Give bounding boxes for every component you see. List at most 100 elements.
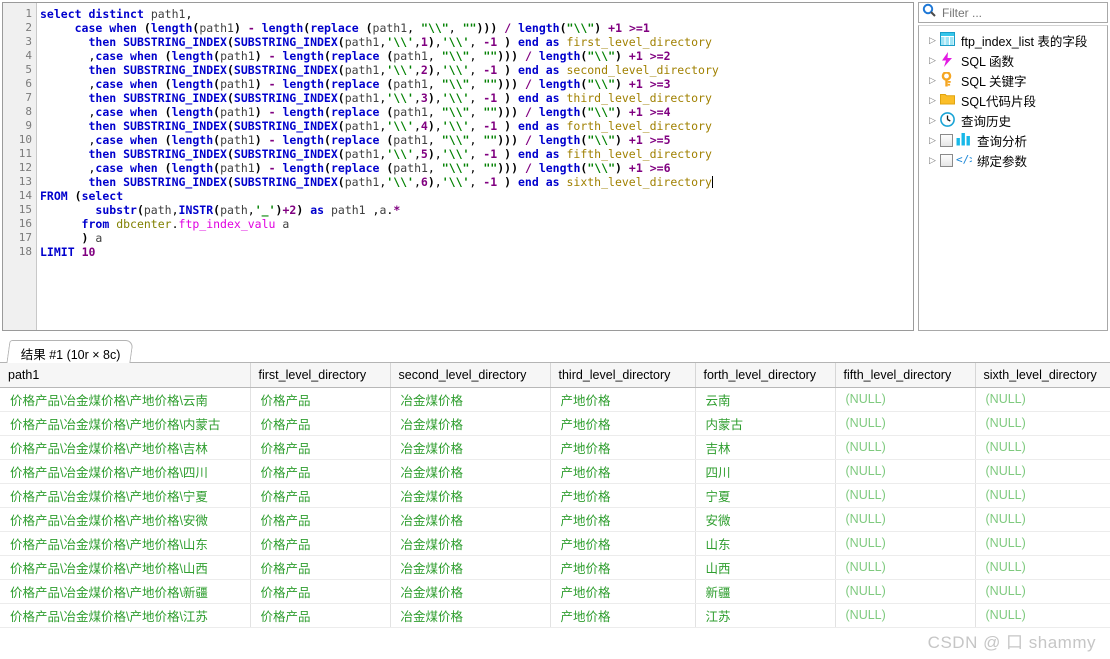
table-row[interactable]: 价格产品\冶金煤价格\产地价格\山西 价格产品 冶金煤价格 产地价格 山西 (NULL)(… [0, 555, 1110, 580]
table-cell[interactable]: (NULL) [835, 387, 976, 412]
table-row[interactable]: 价格产品\冶金煤价格\产地价格\内蒙古 价格产品 冶金煤价格 产地价格 内蒙古 (NULL… [0, 411, 1110, 436]
table-cell[interactable]: (NULL) [835, 435, 976, 460]
table-cell[interactable]: (NULL) [835, 579, 976, 604]
table-cell[interactable]: 产地价格 [550, 579, 696, 604]
table-row[interactable]: 价格产品\冶金煤价格\产地价格\山东 价格产品 冶金煤价格 产地价格 山东 (NULL)(… [0, 531, 1110, 556]
table-cell[interactable]: 价格产品 [250, 603, 391, 628]
column-header-fifth_level_directory[interactable]: fifth_level_directory [835, 363, 976, 388]
table-row[interactable]: 价格产品\冶金煤价格\产地价格\江苏 价格产品 冶金煤价格 产地价格 江苏 (NULL)(… [0, 603, 1110, 628]
table-cell[interactable]: 产地价格 [550, 411, 696, 436]
table-row[interactable]: 价格产品\冶金煤价格\产地价格\四川 价格产品 冶金煤价格 产地价格 四川 (NULL)(… [0, 459, 1110, 484]
object-tree[interactable]: ▷ ftp_index_list 表的字段 ▷ SQL 函数 ▷ SQL 关键字 ▷ SQL代… [918, 25, 1108, 331]
chevron-right-icon[interactable]: ▷ [929, 115, 940, 125]
table-cell[interactable]: (NULL) [975, 555, 1110, 580]
table-cell[interactable]: 冶金煤价格 [390, 603, 551, 628]
table-cell[interactable]: 价格产品 [250, 435, 391, 460]
table-cell[interactable]: 产地价格 [550, 459, 696, 484]
table-cell[interactable]: 宁夏 [695, 483, 836, 508]
table-cell[interactable]: (NULL) [975, 387, 1110, 412]
table-cell[interactable]: 冶金煤价格 [390, 507, 551, 532]
table-cell[interactable]: 安微 [695, 507, 836, 532]
chevron-right-icon[interactable]: ▷ [929, 95, 940, 105]
table-cell[interactable]: 价格产品 [250, 387, 391, 412]
table-cell[interactable]: 产地价格 [550, 531, 696, 556]
tree-item-0[interactable]: ▷ ftp_index_list 表的字段 [919, 30, 1107, 50]
tree-item-6[interactable]: ▷ </> 绑定参数 [919, 150, 1107, 170]
table-cell[interactable]: (NULL) [975, 459, 1110, 484]
chevron-right-icon[interactable]: ▷ [929, 35, 940, 45]
table-cell[interactable]: 产地价格 [550, 483, 696, 508]
table-cell[interactable]: 价格产品 [250, 459, 391, 484]
table-row[interactable]: 价格产品\冶金煤价格\产地价格\吉林 价格产品 冶金煤价格 产地价格 吉林 (NULL)(… [0, 435, 1110, 460]
table-cell[interactable]: 产地价格 [550, 435, 696, 460]
table-cell[interactable]: (NULL) [835, 507, 976, 532]
sql-code-area[interactable]: select distinct path1, case when (length… [37, 3, 913, 330]
column-header-path1[interactable]: path1 [0, 363, 251, 388]
table-cell[interactable]: 吉林 [695, 435, 836, 460]
table-cell[interactable]: 产地价格 [550, 555, 696, 580]
table-cell[interactable]: 内蒙古 [695, 411, 836, 436]
chevron-right-icon[interactable]: ▷ [929, 55, 940, 65]
chevron-right-icon[interactable]: ▷ [929, 135, 940, 145]
table-cell[interactable]: 价格产品\冶金煤价格\产地价格\江苏 [0, 603, 251, 628]
filter-input[interactable] [940, 4, 1090, 21]
table-cell[interactable]: 云南 [695, 387, 836, 412]
table-cell[interactable]: 价格产品 [250, 507, 391, 532]
table-cell[interactable]: (NULL) [835, 531, 976, 556]
table-cell[interactable]: 产地价格 [550, 507, 696, 532]
table-cell[interactable]: (NULL) [975, 531, 1110, 556]
filter-box[interactable] [918, 2, 1108, 23]
table-cell[interactable]: 四川 [695, 459, 836, 484]
table-cell[interactable]: 价格产品 [250, 531, 391, 556]
tree-item-checkbox[interactable] [940, 133, 953, 147]
table-cell[interactable]: (NULL) [835, 555, 976, 580]
table-cell[interactable]: 山西 [695, 555, 836, 580]
table-cell[interactable]: 价格产品\冶金煤价格\产地价格\山东 [0, 531, 251, 556]
table-cell[interactable]: (NULL) [975, 579, 1110, 604]
table-cell[interactable]: 冶金煤价格 [390, 531, 551, 556]
table-cell[interactable]: 新疆 [695, 579, 836, 604]
table-cell[interactable]: 冶金煤价格 [390, 459, 551, 484]
table-cell[interactable]: 山东 [695, 531, 836, 556]
column-header-first_level_directory[interactable]: first_level_directory [250, 363, 391, 388]
table-cell[interactable]: 冶金煤价格 [390, 555, 551, 580]
table-cell[interactable]: 价格产品 [250, 555, 391, 580]
table-row[interactable]: 价格产品\冶金煤价格\产地价格\云南 价格产品 冶金煤价格 产地价格 云南 (NULL)(… [0, 387, 1110, 412]
table-cell[interactable]: 冶金煤价格 [390, 435, 551, 460]
table-cell[interactable]: (NULL) [975, 411, 1110, 436]
table-cell[interactable]: (NULL) [975, 507, 1110, 532]
table-cell[interactable]: 价格产品\冶金煤价格\产地价格\安微 [0, 507, 251, 532]
results-grid[interactable]: path1 first_level_directory second_level_d… [0, 363, 1110, 659]
table-cell[interactable]: 冶金煤价格 [390, 411, 551, 436]
table-cell[interactable]: 产地价格 [550, 603, 696, 628]
table-cell[interactable]: (NULL) [835, 459, 976, 484]
table-cell[interactable]: (NULL) [835, 483, 976, 508]
table-cell[interactable]: 价格产品\冶金煤价格\产地价格\四川 [0, 459, 251, 484]
table-cell[interactable]: (NULL) [975, 603, 1110, 628]
table-cell[interactable]: 价格产品 [250, 411, 391, 436]
table-cell[interactable]: 价格产品\冶金煤价格\产地价格\宁夏 [0, 483, 251, 508]
column-header-sixth_level_directory[interactable]: sixth_level_directory [975, 363, 1110, 388]
table-cell[interactable]: 价格产品\冶金煤价格\产地价格\内蒙古 [0, 411, 251, 436]
chevron-right-icon[interactable]: ▷ [929, 155, 940, 165]
table-cell[interactable]: 价格产品\冶金煤价格\产地价格\新疆 [0, 579, 251, 604]
table-cell[interactable]: (NULL) [835, 603, 976, 628]
table-cell[interactable]: 价格产品 [250, 579, 391, 604]
table-cell[interactable]: 价格产品 [250, 483, 391, 508]
table-cell[interactable]: 价格产品\冶金煤价格\产地价格\云南 [0, 387, 251, 412]
column-header-second_level_directory[interactable]: second_level_directory [390, 363, 551, 388]
table-cell[interactable]: 产地价格 [550, 387, 696, 412]
table-cell[interactable]: 冶金煤价格 [390, 483, 551, 508]
table-cell[interactable]: (NULL) [975, 483, 1110, 508]
tree-item-3[interactable]: ▷ SQL代码片段 [919, 90, 1107, 110]
tree-item-1[interactable]: ▷ SQL 函数 [919, 50, 1107, 70]
column-header-forth_level_directory[interactable]: forth_level_directory [695, 363, 836, 388]
tree-item-2[interactable]: ▷ SQL 关键字 [919, 70, 1107, 90]
tree-item-5[interactable]: ▷ 查询分析 [919, 130, 1107, 150]
table-cell[interactable]: 江苏 [695, 603, 836, 628]
tab-result-1[interactable]: 结果 #1 (10r × 8c) [6, 340, 134, 363]
table-row[interactable]: 价格产品\冶金煤价格\产地价格\宁夏 价格产品 冶金煤价格 产地价格 宁夏 (NULL)(… [0, 483, 1110, 508]
table-cell[interactable]: 冶金煤价格 [390, 387, 551, 412]
table-cell[interactable]: 价格产品\冶金煤价格\产地价格\吉林 [0, 435, 251, 460]
table-cell[interactable]: 价格产品\冶金煤价格\产地价格\山西 [0, 555, 251, 580]
